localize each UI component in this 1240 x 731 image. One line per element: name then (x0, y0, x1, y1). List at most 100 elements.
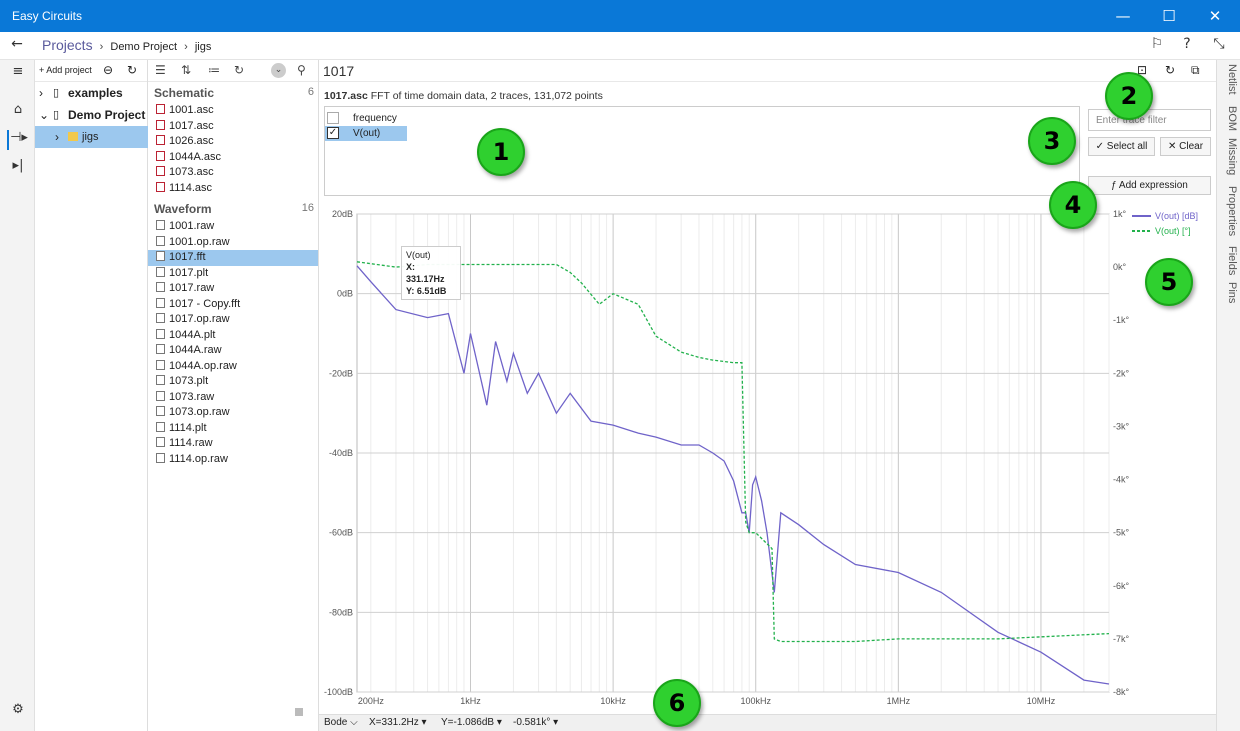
add-project-button[interactable]: + Add project (39, 65, 92, 75)
resize-grip-icon[interactable] (295, 708, 303, 716)
schematic-file-icon (156, 166, 165, 176)
refresh-icon[interactable]: ↻ (1165, 63, 1175, 77)
add-expression-button[interactable]: ƒ Add expression (1088, 176, 1211, 195)
tooltip-title: V(out) (406, 250, 431, 260)
file-item[interactable]: 1001.asc (148, 103, 318, 119)
trace-filter-input[interactable]: Enter trace filter (1088, 109, 1211, 131)
file-label: 1114.op.raw (169, 452, 228, 465)
breadcrumb-project[interactable]: Demo Project (110, 41, 177, 53)
minimize-button[interactable]: — (1100, 0, 1146, 32)
tab-properties[interactable]: Properties (1220, 186, 1238, 236)
trace-item-vout[interactable]: ✓ V(out) (325, 126, 407, 141)
schematic-file-icon (156, 104, 165, 114)
x-tick-label: 1kHz (460, 696, 481, 706)
chevron-down-icon[interactable]: ⌄ (271, 63, 286, 78)
maximize-button[interactable]: ☐ (1146, 0, 1192, 32)
sort-icon[interactable]: ⇅ (181, 63, 191, 77)
file-label: 1044A.asc (169, 150, 221, 163)
trace-label: frequency (353, 113, 397, 124)
breadcrumb-folder[interactable]: jigs (195, 41, 212, 53)
file-item[interactable]: 1114.plt (148, 421, 318, 437)
file-item[interactable]: 1114.raw (148, 436, 318, 452)
trace-checkbox[interactable] (327, 112, 339, 124)
cursor-phase-readout[interactable]: -0.581k° ▾ (513, 717, 558, 728)
tab-pins[interactable]: Pins (1220, 282, 1238, 303)
mode-dropdown[interactable]: Bode ⌵ (324, 717, 358, 728)
file-item[interactable]: 1017.plt (148, 266, 318, 282)
waveform-file-icon (156, 452, 165, 463)
tab-bom[interactable]: BOM (1220, 106, 1238, 131)
file-item[interactable]: 1017 - Copy.fft (148, 297, 318, 313)
file-item[interactable]: 1114.op.raw (148, 452, 318, 468)
file-item[interactable]: 1073.plt (148, 374, 318, 390)
help-icon[interactable]: ? (1177, 36, 1197, 56)
remove-icon[interactable]: ⊖ (103, 63, 113, 77)
waveform-file-icon (156, 437, 165, 447)
waveform-file-icon (156, 375, 165, 385)
refresh-icon[interactable]: ↻ (234, 63, 244, 77)
file-item[interactable]: 1044A.asc (148, 150, 318, 166)
tree-item-examples[interactable]: › ▯ examples (35, 82, 148, 104)
file-label: 1114.raw (169, 437, 213, 449)
y-left-tick-label: -60dB (329, 528, 353, 538)
y-left-tick-label: -80dB (329, 607, 353, 617)
clear-button[interactable]: ✕ Clear (1160, 137, 1211, 156)
tab-missing[interactable]: Missing (1220, 138, 1238, 175)
file-item[interactable]: 1073.raw (148, 390, 318, 406)
file-item[interactable]: 1044A.plt (148, 328, 318, 344)
feedback-icon[interactable]: ⚐ (1147, 36, 1167, 56)
tree-item-demo-project[interactable]: ⌄ ▯ Demo Project (35, 104, 148, 126)
y-right-tick-label: -5k° (1113, 528, 1130, 538)
open-external-icon[interactable]: ⧉ (1191, 63, 1200, 78)
cursor-x-readout[interactable]: X=331.2Hz ▾ (369, 717, 427, 728)
tab-fields[interactable]: Fields (1220, 246, 1238, 275)
group-label: Schematic (154, 86, 215, 100)
folder-icon (68, 132, 78, 141)
file-label: 1017.raw (169, 282, 215, 294)
app-title: Easy Circuits (12, 9, 83, 23)
x-tick-label: 1MHz (887, 696, 911, 706)
file-item[interactable]: 1001.op.raw (148, 235, 318, 251)
numbered-list-icon[interactable]: ≔ (208, 63, 220, 77)
list-view-icon[interactable]: ☰ (155, 63, 166, 77)
file-item[interactable]: 1017.fft (148, 250, 318, 266)
trace-item-frequency[interactable]: frequency (325, 111, 407, 126)
tooltip-x: X: 331.17Hz (406, 262, 445, 284)
settings-gear-icon[interactable]: ⚙ (7, 702, 29, 722)
waveform-file-icon (156, 266, 165, 277)
file-item[interactable]: 1114.asc (148, 181, 318, 197)
menu-icon[interactable]: ≡ (7, 64, 29, 84)
x-tick-label: 200Hz (358, 696, 385, 706)
file-label: 1001.op.raw (169, 235, 230, 248)
file-item[interactable]: 1073.asc (148, 165, 318, 181)
home-icon[interactable]: ⌂ (7, 102, 29, 122)
schematic-icon[interactable]: ⊣▸ (7, 130, 29, 150)
tree-item-jigs[interactable]: › jigs (35, 126, 148, 148)
waveform-file-icon (156, 421, 165, 432)
file-item[interactable]: 1026.asc (148, 134, 318, 150)
breadcrumb-projects[interactable]: Projects (42, 37, 93, 53)
info-file: 1017.asc (324, 90, 368, 102)
refresh-icon[interactable]: ↻ (127, 63, 137, 77)
file-item[interactable]: 1001.raw (148, 219, 318, 235)
pin-icon[interactable]: ⚲ (297, 63, 306, 77)
file-item[interactable]: 1073.op.raw (148, 405, 318, 421)
trace-checkbox[interactable]: ✓ (327, 127, 339, 139)
select-all-button[interactable]: ✓ Select all (1088, 137, 1155, 156)
file-item[interactable]: 1044A.raw (148, 343, 318, 359)
back-arrow-icon[interactable]: ← (7, 36, 27, 56)
info-text: FFT of time domain data, 2 traces, 131,0… (370, 90, 603, 102)
project-pane: + Add project ⊖ ↻ › ▯ examples ⌄ ▯ Demo … (35, 60, 148, 731)
tab-netlist[interactable]: Netlist (1220, 64, 1238, 95)
diode-icon[interactable]: ▸| (7, 158, 29, 178)
file-item[interactable]: 1017.asc (148, 119, 318, 135)
file-item[interactable]: 1017.op.raw (148, 312, 318, 328)
file-item[interactable]: 1017.raw (148, 281, 318, 297)
schematic-file-icon (156, 181, 165, 192)
file-label: 1026.asc (169, 135, 214, 147)
file-item[interactable]: 1044A.op.raw (148, 359, 318, 375)
waveform-file-icon (156, 390, 165, 401)
cursor-y-readout[interactable]: Y=-1.086dB ▾ (441, 717, 502, 728)
close-button[interactable]: ✕ (1192, 0, 1238, 32)
collapse-icon[interactable]: ⤡ (1209, 36, 1229, 56)
